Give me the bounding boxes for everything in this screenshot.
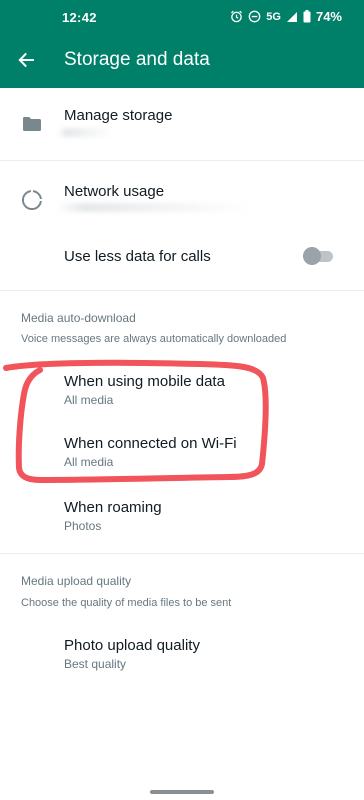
section-title-media-auto-download: Media auto-download — [21, 311, 136, 325]
data-usage-icon — [22, 190, 42, 210]
network-usage-row[interactable]: Network usage — [0, 161, 364, 227]
redacted-usage-summary — [56, 203, 252, 212]
back-button[interactable] — [12, 46, 40, 74]
gesture-nav-bar[interactable] — [150, 790, 214, 794]
divider — [0, 553, 364, 554]
alarm-icon — [231, 10, 243, 23]
roaming-row[interactable]: When roaming Photos — [0, 490, 364, 544]
status-icons: 5G 74% — [230, 9, 342, 24]
signal-icon — [286, 11, 297, 22]
manage-storage-row[interactable]: Manage storage — [0, 88, 364, 160]
page-title: Storage and data — [64, 49, 210, 70]
status-time: 12:42 — [62, 10, 97, 25]
wifi-row[interactable]: When connected on Wi-Fi All media — [0, 426, 364, 480]
roaming-value: Photos — [64, 519, 102, 533]
mobile-data-value: All media — [64, 393, 114, 407]
wifi-value: All media — [64, 455, 114, 469]
redacted-storage-size — [58, 128, 114, 137]
folder-icon — [23, 117, 41, 131]
roaming-label: When roaming — [64, 499, 162, 516]
toggle-thumb — [303, 247, 321, 265]
battery-percent: 74% — [315, 9, 342, 24]
section-title-media-upload-quality: Media upload quality — [21, 574, 132, 588]
wifi-label: When connected on Wi-Fi — [64, 435, 237, 452]
photo-upload-quality-value: Best quality — [64, 657, 127, 671]
arrow-left-icon — [18, 52, 34, 68]
app-bar: 12:42 5G 74% Storage and data — [0, 0, 364, 88]
status-bar: 12:42 5G 74% — [0, 0, 364, 36]
network-type: 5G — [266, 10, 281, 23]
divider — [0, 290, 364, 291]
photo-upload-quality-label: Photo upload quality — [64, 637, 200, 654]
section-description-auto-download: Voice messages are always automatically … — [21, 333, 287, 345]
photo-upload-quality-row[interactable]: Photo upload quality Best quality — [0, 628, 364, 682]
mobile-data-label: When using mobile data — [64, 373, 225, 390]
network-usage-label: Network usage — [64, 183, 165, 200]
battery-icon — [303, 10, 311, 23]
use-less-data-label: Use less data for calls — [64, 248, 211, 265]
dnd-icon — [248, 10, 261, 23]
mobile-data-row[interactable]: When using mobile data All media — [0, 364, 364, 418]
use-less-data-toggle[interactable] — [302, 247, 334, 265]
section-description-upload-quality: Choose the quality of media files to be … — [21, 597, 232, 609]
manage-storage-label: Manage storage — [64, 107, 173, 124]
